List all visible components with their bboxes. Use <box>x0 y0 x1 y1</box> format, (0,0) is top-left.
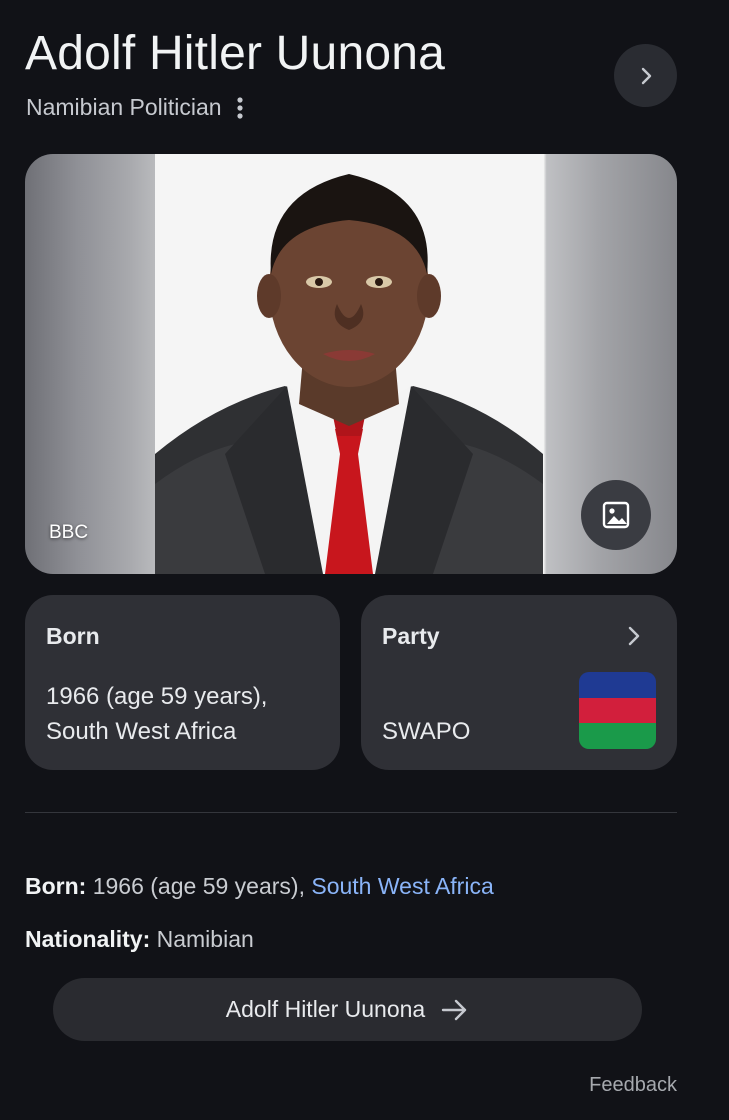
feedback-link[interactable]: Feedback <box>589 1074 677 1097</box>
fact-born-label: Born: <box>25 873 87 899</box>
section-divider <box>25 812 677 813</box>
more-vert-icon[interactable] <box>232 95 248 121</box>
flag-stripe-green <box>579 723 656 749</box>
chevron-right-icon <box>628 626 640 646</box>
party-card-heading: Party <box>382 623 440 649</box>
profile-photo[interactable]: BBC <box>25 154 677 574</box>
born-card: Born 1966 (age 59 years), South West Afr… <box>25 595 340 770</box>
fact-born: Born: 1966 (age 59 years), South West Af… <box>25 873 494 900</box>
person-illustration <box>155 154 543 574</box>
born-card-heading: Born <box>46 623 100 649</box>
party-flag-image <box>579 672 656 749</box>
flag-stripe-red <box>579 697 656 724</box>
fact-nationality: Nationality: Namibian <box>25 926 254 953</box>
more-about-button[interactable]: Adolf Hitler Uunona <box>53 978 642 1041</box>
fact-nationality-value: Namibian <box>150 926 254 952</box>
born-card-value-line2: South West Africa <box>46 718 237 745</box>
photo-credit: BBC <box>49 522 89 543</box>
next-button[interactable] <box>614 44 677 107</box>
party-card[interactable]: Party SWAPO <box>361 595 677 770</box>
fact-born-value: 1966 (age 59 years), <box>86 873 312 899</box>
subtitle-row: Namibian Politician <box>26 94 248 121</box>
party-card-value: SWAPO <box>382 718 471 745</box>
fact-nationality-label: Nationality: <box>25 926 151 952</box>
born-card-value: 1966 (age 59 years), South West Africa <box>46 679 267 749</box>
chevron-right-icon <box>641 67 651 84</box>
entity-subtitle: Namibian Politician <box>26 94 222 120</box>
more-vert-glyph <box>236 96 243 119</box>
arrow-right-icon <box>442 999 467 1020</box>
flag-stripe-blue <box>579 672 656 698</box>
page-title: Adolf Hitler Uunona <box>25 27 446 80</box>
born-card-value-line1: 1966 (age 59 years), <box>46 683 268 710</box>
fact-born-place-link[interactable]: South West Africa <box>311 873 493 899</box>
more-about-label: Adolf Hitler Uunona <box>225 996 426 1022</box>
view-images-button[interactable] <box>581 480 651 550</box>
image-icon <box>602 501 630 529</box>
